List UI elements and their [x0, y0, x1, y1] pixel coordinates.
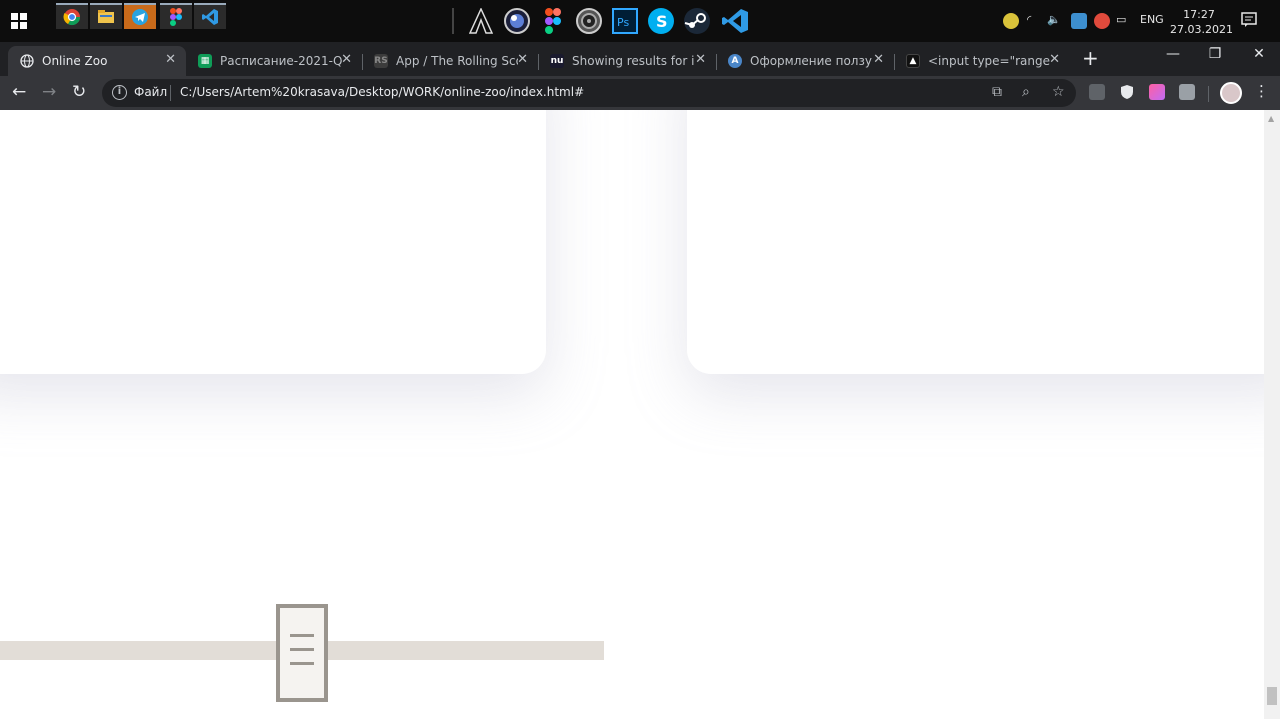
- tab-title: Showing results for inde: [572, 54, 694, 68]
- range-slider-thumb[interactable]: [276, 604, 328, 702]
- telegram-icon[interactable]: [124, 3, 156, 29]
- rs-icon: RS: [374, 54, 388, 68]
- clock-date: 27.03.2021: [1170, 23, 1233, 36]
- svg-text:S: S: [656, 12, 668, 31]
- address-bar[interactable]: i Файл C:/Users/Artem%20krasava/Desktop/…: [102, 79, 1076, 107]
- browser-toolbar: ← → ↻ i Файл C:/Users/Artem%20krasava/De…: [0, 76, 1280, 110]
- volume-icon[interactable]: 🔈: [1047, 13, 1061, 26]
- sheets-icon: ▦: [198, 54, 212, 68]
- figma-icon[interactable]: [538, 6, 568, 36]
- file-explorer-icon[interactable]: [90, 3, 122, 29]
- shield-extension-icon[interactable]: [1119, 84, 1135, 100]
- language-indicator[interactable]: ENG: [1140, 13, 1164, 26]
- bookmark-star-icon[interactable]: ☆: [1052, 84, 1065, 100]
- menu-kebab-icon[interactable]: ⋮: [1254, 82, 1269, 100]
- tab-title: Оформление ползунка: [750, 54, 872, 68]
- new-tab-icon[interactable]: +: [1082, 46, 1099, 70]
- tab-input-range[interactable]: ▲ <input type="range"> - ✕: [894, 46, 1070, 76]
- grip-line: [290, 634, 314, 637]
- translate-icon[interactable]: ⧉: [992, 84, 1002, 100]
- tab-title: App / The Rolling Scope: [396, 54, 518, 68]
- cinema4d-icon[interactable]: [502, 6, 532, 36]
- speaker-app-icon[interactable]: [574, 6, 604, 36]
- tab-search-results[interactable]: nu Showing results for inde ✕: [538, 46, 716, 76]
- grip-line: [290, 662, 314, 665]
- globe-icon: [20, 54, 34, 68]
- tray-app-icon[interactable]: [1003, 13, 1019, 29]
- tab-rolling-scopes[interactable]: RS App / The Rolling Scope ✕: [362, 46, 538, 76]
- svg-text:Ps: Ps: [617, 16, 629, 29]
- minimize-icon[interactable]: —: [1150, 46, 1196, 62]
- scroll-thumb[interactable]: [1267, 687, 1277, 705]
- close-tab-icon[interactable]: ✕: [341, 52, 352, 67]
- tray-chrome-icon[interactable]: [1094, 13, 1110, 29]
- notifications-icon[interactable]: [1241, 12, 1257, 32]
- battery-icon[interactable]: ▭: [1116, 13, 1126, 26]
- skype-icon[interactable]: S: [646, 6, 676, 36]
- zoom-icon[interactable]: ⌕: [1022, 84, 1030, 100]
- tab-schedule[interactable]: ▦ Расписание-2021-Q1 - ✕: [186, 46, 362, 76]
- assassins-creed-icon[interactable]: [466, 6, 496, 36]
- close-tab-icon[interactable]: ✕: [517, 52, 528, 67]
- vscode-taskbar-icon[interactable]: [194, 3, 226, 29]
- system-clock[interactable]: 17:27 27.03.2021: [1170, 7, 1233, 37]
- close-tab-icon[interactable]: ✕: [695, 52, 706, 67]
- windows-taskbar: Ps S ◜ 🔈 ▭ ENG 17:27 27.03.2021: [0, 0, 1280, 42]
- url-divider: [170, 85, 171, 101]
- toolbar-divider: [1208, 86, 1209, 102]
- tab-title: <input type="range"> -: [928, 54, 1050, 68]
- tab-title: Online Zoo: [42, 54, 108, 68]
- close-tab-icon[interactable]: ✕: [165, 52, 176, 67]
- url-text[interactable]: C:/Users/Artem%20krasava/Desktop/WORK/on…: [180, 85, 584, 99]
- back-icon[interactable]: ←: [12, 82, 26, 102]
- info-icon[interactable]: i: [112, 85, 127, 100]
- mdn-icon: ▲: [906, 54, 920, 68]
- steam-icon[interactable]: [682, 6, 712, 36]
- scroll-up-arrow-icon[interactable]: ▲: [1268, 114, 1274, 123]
- a-icon: A: [728, 54, 742, 68]
- profile-avatar[interactable]: [1220, 82, 1242, 104]
- content-card-right: [687, 110, 1264, 374]
- close-tab-icon[interactable]: ✕: [1049, 52, 1060, 67]
- forward-icon[interactable]: →: [42, 82, 56, 102]
- vscode-icon[interactable]: [720, 6, 750, 36]
- windows-start-icon[interactable]: [4, 6, 34, 36]
- close-window-icon[interactable]: ✕: [1236, 46, 1280, 62]
- clock-time: 17:27: [1183, 8, 1215, 21]
- close-tab-icon[interactable]: ✕: [873, 52, 884, 67]
- extension-icon[interactable]: [1179, 84, 1195, 100]
- page-viewport: [0, 110, 1264, 719]
- grammarly-extension-icon[interactable]: [1089, 84, 1105, 100]
- reload-icon[interactable]: ↻: [72, 82, 86, 102]
- taskbar-divider: [452, 8, 454, 34]
- nu-icon: nu: [550, 54, 564, 68]
- page-scrollbar[interactable]: ▲: [1264, 110, 1280, 719]
- grip-line: [290, 648, 314, 651]
- tab-title: Расписание-2021-Q1 -: [220, 54, 342, 68]
- tab-slider-styling[interactable]: A Оформление ползунка ✕: [716, 46, 894, 76]
- color-extension-icon[interactable]: [1149, 84, 1165, 100]
- restore-icon[interactable]: ❐: [1192, 46, 1238, 62]
- tray-screen-icon[interactable]: [1071, 13, 1087, 29]
- figma-taskbar-icon[interactable]: [160, 3, 192, 29]
- url-scheme-label: Файл: [134, 85, 168, 99]
- tab-online-zoo[interactable]: Online Zoo ✕: [8, 46, 186, 76]
- photoshop-icon[interactable]: Ps: [610, 6, 640, 36]
- chrome-taskbar-icon[interactable]: [56, 3, 88, 29]
- wifi-icon[interactable]: ◜: [1027, 13, 1031, 26]
- content-card-left: [0, 110, 546, 374]
